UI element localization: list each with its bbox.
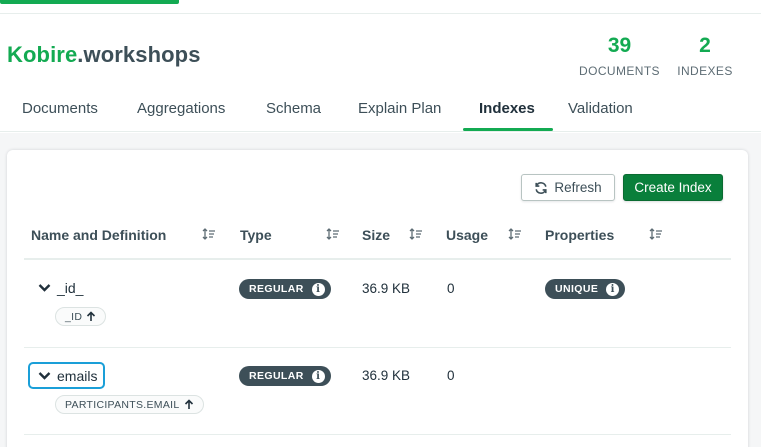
collection-name: .workshops: [77, 42, 201, 67]
chevron-down-icon: [38, 284, 51, 292]
sort-icon[interactable]: [649, 227, 663, 241]
divider: [0, 13, 761, 14]
index-name: emails: [57, 367, 98, 384]
tab-aggregations[interactable]: Aggregations: [137, 100, 225, 117]
tab-schema[interactable]: Schema: [266, 100, 321, 117]
collection-tabs: Documents Aggregations Schema Explain Pl…: [0, 88, 761, 132]
column-header-type[interactable]: Type: [240, 227, 272, 243]
column-header-name[interactable]: Name and Definition: [31, 227, 166, 243]
index-type-badge: REGULAR i: [239, 279, 331, 299]
refresh-icon: [535, 181, 547, 194]
column-header-properties[interactable]: Properties: [545, 227, 614, 243]
indexes-count: 2: [699, 34, 711, 57]
documents-stat: 39 DOCUMENTS: [578, 34, 661, 78]
create-index-button[interactable]: Create Index: [623, 174, 723, 201]
column-header-usage[interactable]: Usage: [446, 227, 488, 243]
refresh-button[interactable]: Refresh: [521, 174, 615, 201]
tab-explain-plan[interactable]: Explain Plan: [358, 100, 441, 117]
index-key-field: PARTICIPANTS.EMAIL: [65, 398, 180, 411]
index-name-toggle[interactable]: _id_: [38, 280, 83, 296]
database-name: Kobire: [7, 42, 78, 67]
index-type: REGULAR: [249, 370, 304, 382]
sort-icon[interactable]: [508, 227, 522, 241]
tab-documents[interactable]: Documents: [22, 100, 98, 117]
tab-validation[interactable]: Validation: [568, 100, 633, 117]
index-type-badge: REGULAR i: [239, 366, 331, 386]
top-tab-indicator: [0, 0, 179, 4]
column-header-size[interactable]: Size: [362, 227, 390, 243]
index-property: UNIQUE: [555, 283, 599, 295]
namespace-title: Kobire.workshops: [7, 42, 201, 68]
index-name: _id_: [57, 280, 84, 296]
active-tab-underline: [463, 128, 553, 131]
arrow-up-icon: [87, 311, 96, 321]
index-usage: 0: [447, 281, 455, 296]
index-usage: 0: [447, 368, 455, 383]
sort-icon[interactable]: [409, 227, 423, 241]
info-icon[interactable]: i: [606, 282, 620, 296]
refresh-label: Refresh: [554, 180, 602, 195]
index-property-badge: UNIQUE i: [545, 279, 626, 299]
documents-label: DOCUMENTS: [579, 64, 660, 78]
table-header-divider: [24, 258, 731, 260]
index-type: REGULAR: [249, 283, 304, 295]
info-icon[interactable]: i: [311, 282, 325, 296]
row-divider: [24, 347, 731, 348]
indexes-stat: 2 INDEXES: [676, 34, 734, 78]
tab-indexes[interactable]: Indexes: [479, 100, 535, 117]
sort-icon[interactable]: [326, 227, 340, 241]
index-key-pill: _ID: [55, 307, 107, 326]
info-icon[interactable]: i: [311, 369, 325, 383]
row-divider: [24, 434, 731, 435]
index-key-field: _ID: [65, 310, 83, 323]
index-name-toggle[interactable]: emails: [28, 362, 106, 389]
sort-icon[interactable]: [202, 227, 216, 241]
create-index-label: Create Index: [634, 180, 712, 195]
arrow-up-icon: [184, 399, 193, 409]
documents-count: 39: [607, 34, 632, 57]
indexes-label: INDEXES: [677, 64, 733, 78]
index-size: 36.9 KB: [362, 368, 411, 383]
index-key-pill: PARTICIPANTS.EMAIL: [55, 395, 204, 414]
index-size: 36.9 KB: [362, 281, 411, 296]
chevron-down-icon: [38, 371, 51, 380]
